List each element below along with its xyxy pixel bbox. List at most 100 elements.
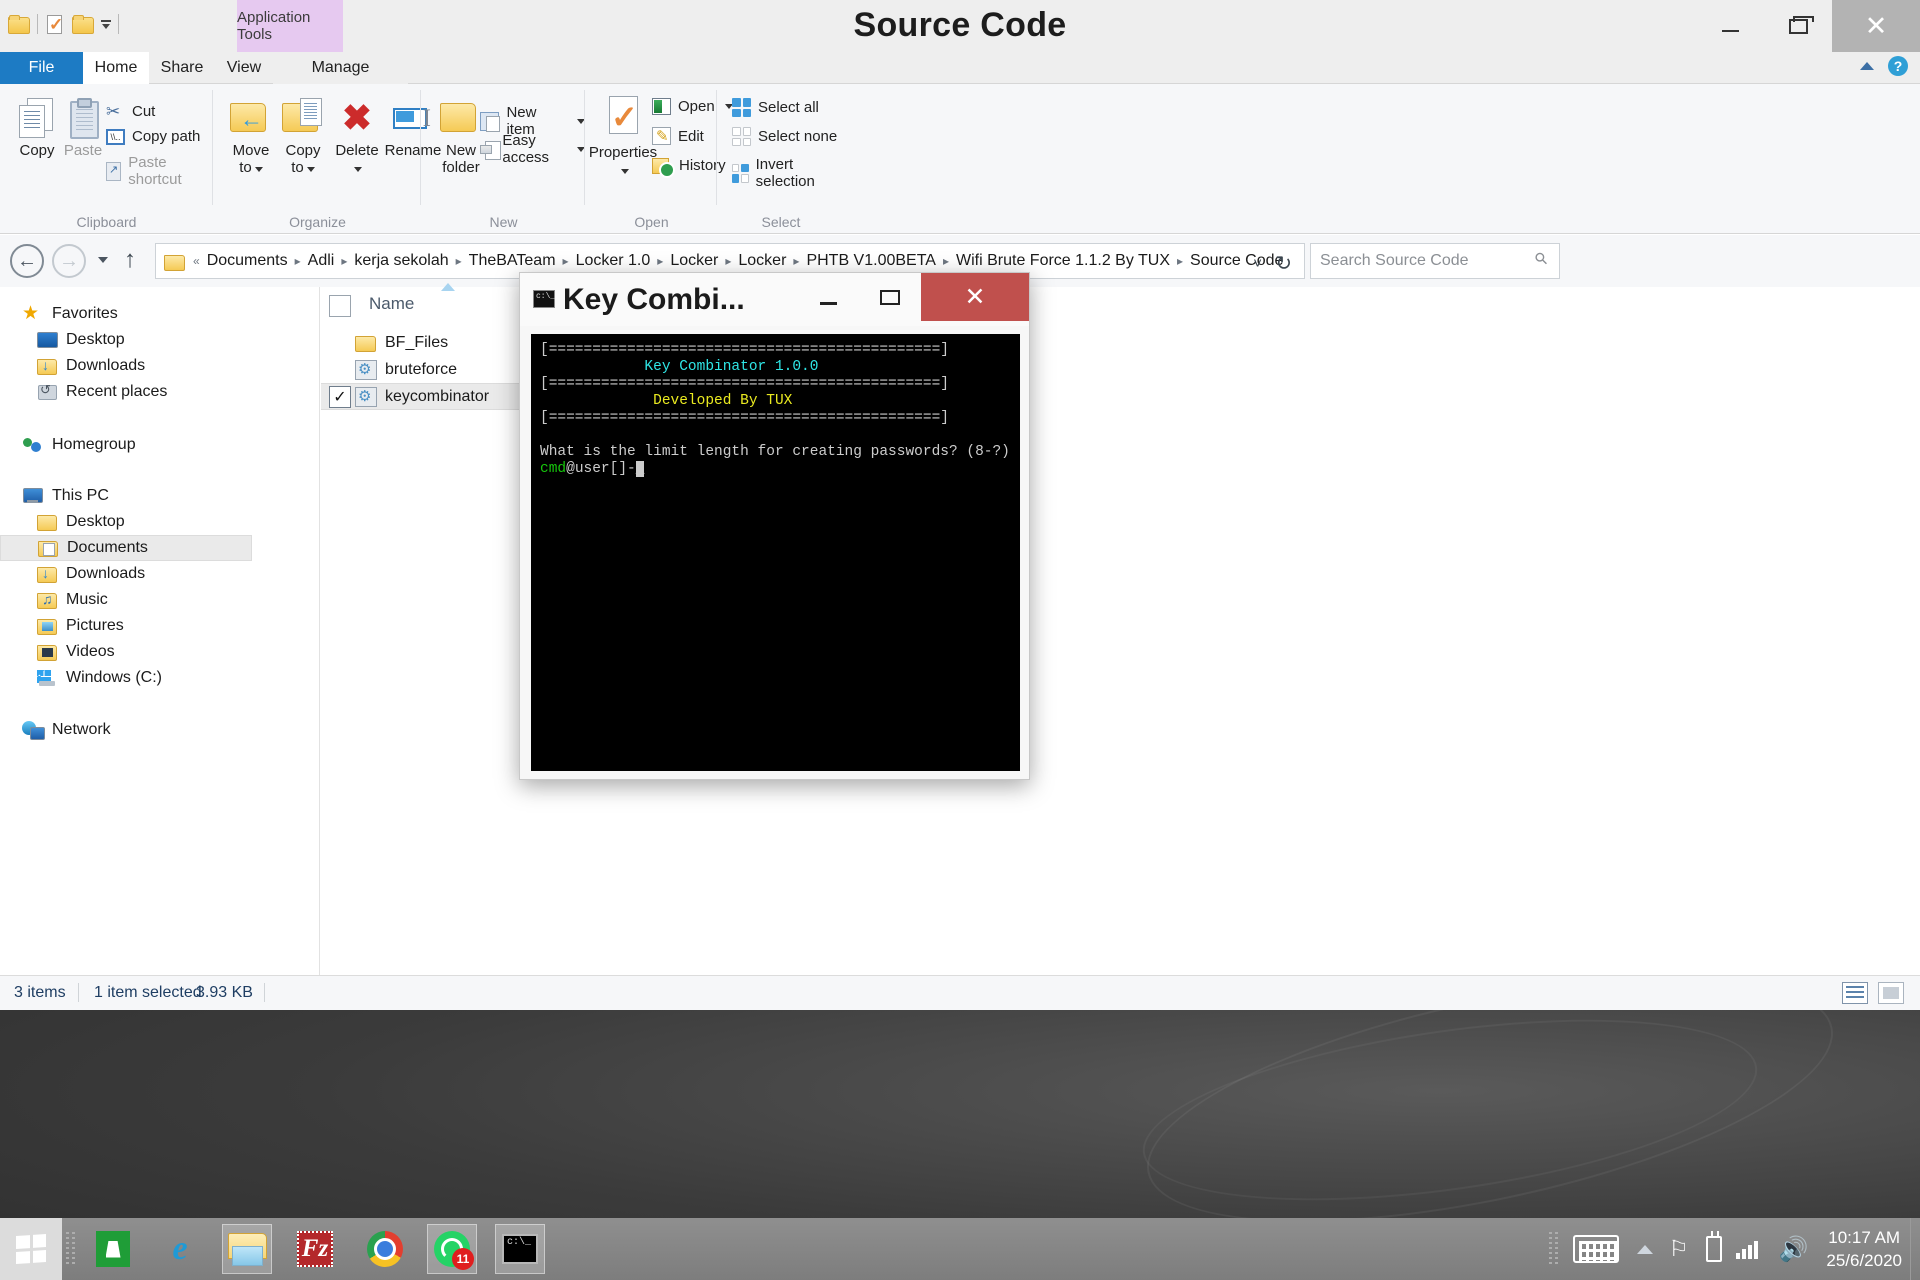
column-header-name[interactable]: Name bbox=[369, 294, 414, 314]
show-hidden-icons-icon[interactable] bbox=[1636, 1244, 1653, 1254]
volume-icon[interactable]: 🔊 bbox=[1778, 1235, 1808, 1264]
taskbar-whatsapp-button[interactable]: 11 bbox=[427, 1224, 477, 1274]
breadcrumb-item-adli[interactable]: Adli bbox=[304, 252, 339, 270]
console-minimize-button[interactable] bbox=[797, 273, 859, 321]
tab-view[interactable]: View bbox=[215, 52, 273, 84]
taskbar-store-button[interactable] bbox=[88, 1224, 138, 1274]
close-button[interactable]: ✕ bbox=[1832, 0, 1920, 52]
action-center-flag-icon[interactable]: ⚐ bbox=[1669, 1236, 1689, 1262]
breadcrumb-separator-4[interactable]: ▸ bbox=[560, 254, 572, 268]
back-button[interactable]: ← bbox=[10, 244, 44, 278]
network-signal-icon[interactable] bbox=[1736, 1239, 1759, 1259]
breadcrumb-item-locker-10[interactable]: Locker 1.0 bbox=[572, 252, 655, 270]
console-close-button[interactable]: ✕ bbox=[921, 273, 1029, 321]
up-button[interactable]: ↑ bbox=[124, 247, 136, 273]
sidebar-item-favorites[interactable]: ★ Favorites bbox=[22, 301, 326, 327]
tray-grip[interactable] bbox=[1548, 1232, 1563, 1266]
chevron-up-icon[interactable] bbox=[1860, 62, 1874, 70]
console-title-bar[interactable]: Key Combi... ✕ bbox=[520, 273, 1029, 326]
clock[interactable]: 10:17 AM 25/6/2020 bbox=[1826, 1226, 1902, 1272]
taskbar-explorer-button[interactable] bbox=[222, 1224, 272, 1274]
console-output[interactable]: [=======================================… bbox=[531, 334, 1020, 771]
recent-locations-icon[interactable] bbox=[98, 257, 108, 263]
sidebar-item-documents[interactable]: Documents bbox=[0, 535, 252, 561]
breadcrumb-separator-5[interactable]: ▸ bbox=[654, 254, 666, 268]
console-window-controls[interactable]: ✕ bbox=[797, 273, 1029, 321]
select-all-checkbox[interactable] bbox=[329, 295, 351, 317]
breadcrumb-item-locker-2[interactable]: Locker bbox=[734, 252, 790, 270]
history-button[interactable]: History bbox=[652, 156, 726, 178]
breadcrumb-item-documents[interactable]: Documents bbox=[203, 252, 292, 270]
easy-access-button[interactable]: Easy access bbox=[480, 132, 585, 166]
sidebar-item-pictures[interactable]: Pictures bbox=[36, 613, 340, 639]
tab-manage[interactable]: Manage bbox=[273, 52, 408, 84]
breadcrumb-separator[interactable]: ▸ bbox=[292, 254, 304, 268]
sidebar-item-homegroup[interactable]: Homegroup bbox=[22, 432, 326, 458]
console-maximize-button[interactable] bbox=[859, 273, 921, 321]
taskbar[interactable]: e Fz 11 ⚐ 🔊 10:17 AM bbox=[0, 1218, 1920, 1280]
taskbar-chrome-button[interactable] bbox=[360, 1224, 410, 1274]
breadcrumb-separator-3[interactable]: ▸ bbox=[453, 254, 465, 268]
properties-button[interactable]: Properties bbox=[589, 96, 657, 178]
breadcrumb-item-phtb[interactable]: PHTB V1.00BETA bbox=[802, 252, 940, 270]
details-view-icon[interactable] bbox=[1842, 982, 1868, 1004]
restore-button[interactable] bbox=[1764, 0, 1832, 52]
row-checkbox[interactable]: ✓ bbox=[329, 385, 351, 408]
taskbar-grip[interactable] bbox=[66, 1232, 80, 1266]
sidebar-item-recent-places[interactable]: Recent places bbox=[36, 379, 340, 405]
breadcrumb-item-locker[interactable]: Locker bbox=[666, 252, 722, 270]
sidebar-item-network[interactable]: Network bbox=[22, 717, 326, 743]
breadcrumb-separator-6[interactable]: ▸ bbox=[722, 254, 734, 268]
sidebar-item-desktop[interactable]: Desktop bbox=[36, 509, 340, 535]
table-row[interactable]: bruteforce bbox=[321, 356, 457, 383]
search-icon[interactable]: ⚲ bbox=[1524, 248, 1553, 277]
console-window[interactable]: Key Combi... ✕ [========================… bbox=[519, 272, 1030, 780]
paste-shortcut-button[interactable]: Paste shortcut bbox=[106, 154, 213, 188]
tab-home[interactable]: Home bbox=[83, 52, 149, 84]
taskbar-filezilla-button[interactable]: Fz bbox=[290, 1224, 340, 1274]
window-controls[interactable]: ✕ bbox=[1696, 0, 1920, 52]
edit-button[interactable]: Edit bbox=[652, 127, 704, 145]
forward-button[interactable]: → bbox=[52, 244, 86, 278]
cut-button[interactable]: ✂ Cut bbox=[106, 102, 155, 121]
copy-path-button[interactable]: \\.. Copy path bbox=[106, 128, 200, 145]
breadcrumb-separator-7[interactable]: ▸ bbox=[790, 254, 802, 268]
ribbon-help-area[interactable]: ? bbox=[1860, 56, 1908, 76]
sidebar-item-videos[interactable]: Videos bbox=[36, 639, 340, 665]
breadcrumb-item-wifi-brute-force[interactable]: Wifi Brute Force 1.1.2 By TUX bbox=[952, 252, 1174, 270]
taskbar-ie-button[interactable]: e bbox=[155, 1224, 205, 1274]
refresh-icon[interactable]: ↻ bbox=[1275, 251, 1292, 276]
tab-share[interactable]: Share bbox=[149, 52, 215, 84]
sidebar-item-music[interactable]: Music bbox=[36, 587, 340, 613]
minimize-button[interactable] bbox=[1696, 0, 1764, 52]
sidebar-item-this-pc[interactable]: This PC bbox=[22, 483, 326, 509]
breadcrumb-separator-2[interactable]: ▸ bbox=[338, 254, 350, 268]
system-tray[interactable]: ⚐ 🔊 10:17 AM 25/6/2020 bbox=[1548, 1218, 1920, 1280]
breadcrumb-overflow[interactable]: « bbox=[190, 254, 203, 268]
touch-keyboard-icon[interactable] bbox=[1572, 1235, 1619, 1263]
help-icon[interactable]: ? bbox=[1888, 56, 1908, 76]
ribbon-tab-strip[interactable]: File Home Share View Manage ? bbox=[0, 52, 1920, 84]
start-button[interactable] bbox=[0, 1218, 62, 1280]
battery-icon[interactable] bbox=[1706, 1231, 1723, 1262]
large-icons-view-icon[interactable] bbox=[1878, 982, 1904, 1004]
sidebar-item-desktop-fav[interactable]: Desktop bbox=[36, 327, 340, 353]
taskbar-cmd-button[interactable] bbox=[495, 1224, 545, 1274]
breadcrumb-item-thebateam[interactable]: TheBATeam bbox=[465, 252, 560, 270]
breadcrumb-separator-8[interactable]: ▸ bbox=[940, 254, 952, 268]
sidebar-item-windows-c[interactable]: Windows (C:) bbox=[36, 665, 340, 691]
invert-selection-button[interactable]: Invert selection bbox=[732, 156, 844, 190]
chevron-down-icon[interactable]: ˅ bbox=[1253, 255, 1262, 272]
sidebar-item-downloads[interactable]: Downloads bbox=[36, 561, 340, 587]
breadcrumb-item-source-code[interactable]: Source Code bbox=[1186, 252, 1287, 270]
breadcrumb-item-kerja-sekolah[interactable]: kerja sekolah bbox=[350, 252, 452, 270]
select-none-button[interactable]: Select none bbox=[732, 127, 837, 146]
table-row[interactable]: BF_Files bbox=[321, 329, 448, 356]
sidebar-item-downloads-fav[interactable]: Downloads bbox=[36, 353, 340, 379]
breadcrumb-separator-9[interactable]: ▸ bbox=[1174, 254, 1186, 268]
copy-to-button[interactable]: Copy to bbox=[272, 98, 334, 176]
tab-file[interactable]: File bbox=[0, 52, 83, 84]
search-input[interactable]: Search Source Code ⚲ bbox=[1310, 243, 1560, 279]
select-all-button[interactable]: Select all bbox=[732, 98, 819, 117]
paste-button[interactable]: Paste bbox=[52, 98, 114, 159]
